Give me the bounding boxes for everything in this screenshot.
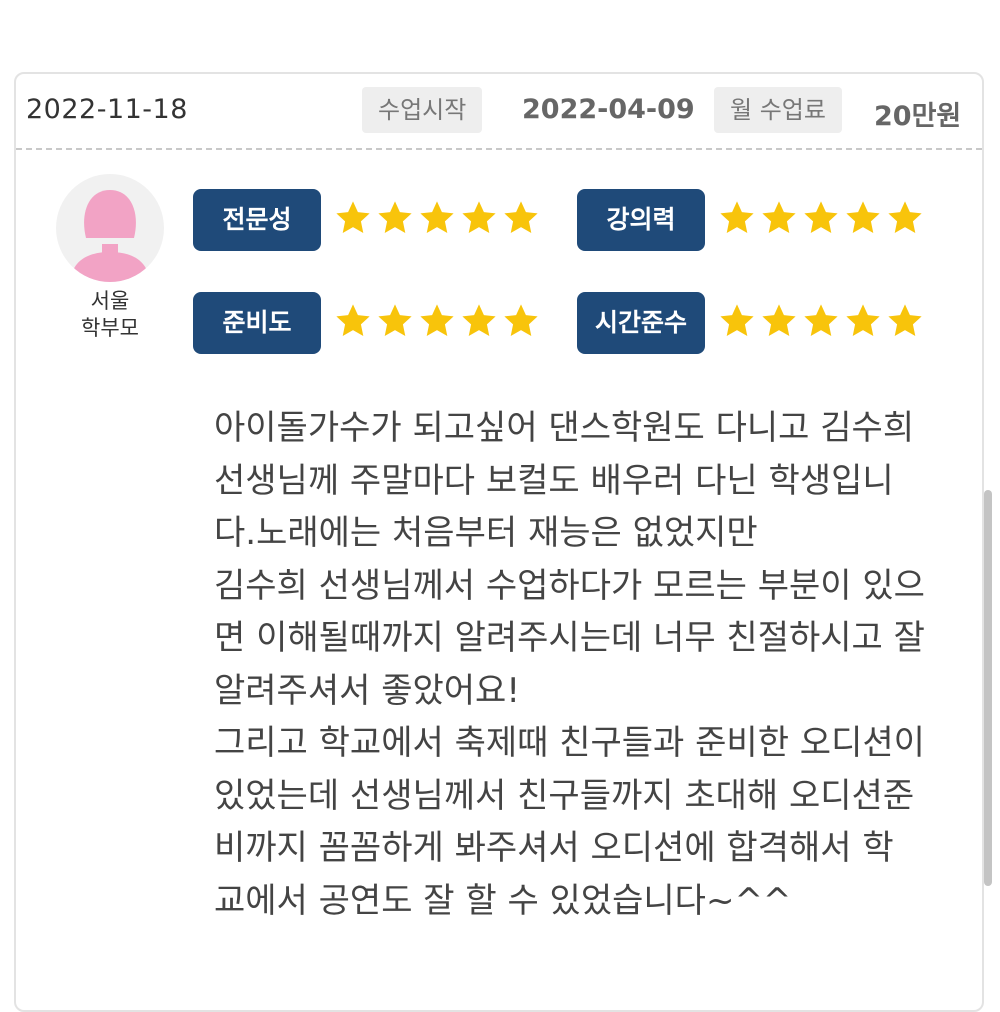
star-icon: [336, 304, 370, 337]
star-icon: [804, 304, 838, 337]
review-text: 아이돌가수가 되고싶어 댄스학원도 다니고 김수희 선생님께 주말마다 보컬도 …: [214, 408, 925, 921]
fee-label: 월 수업료: [714, 87, 842, 133]
star-icon: [720, 304, 754, 337]
rating-stars-expertise: [334, 199, 540, 243]
rating-stars-preparation: [334, 302, 540, 346]
author-role: 학부모: [81, 316, 139, 340]
star-icon: [762, 201, 796, 234]
author-region: 서울: [90, 289, 130, 313]
review-card: 2022-11-18 수업시작 2022-04-09 월 수업료 20만원 서울…: [14, 72, 984, 1012]
review-date: 2022-11-18: [26, 94, 188, 125]
scrollbar[interactable]: [984, 490, 992, 886]
star-icon: [504, 201, 538, 234]
star-icon: [336, 201, 370, 234]
rating-label-expertise: 전문성: [193, 189, 321, 251]
star-icon: [762, 304, 796, 337]
rating-stars-punctuality: [718, 302, 924, 346]
start-date: 2022-04-09: [522, 94, 695, 125]
star-icon: [462, 201, 496, 234]
star-icon: [720, 201, 754, 234]
review-header: 2022-11-18 수업시작 2022-04-09 월 수업료 20만원: [16, 74, 982, 150]
star-icon: [846, 201, 880, 234]
star-icon: [804, 201, 838, 234]
star-icon: [420, 304, 454, 337]
rating-label-punctuality: 시간준수: [577, 292, 705, 354]
rating-label-teaching: 강의력: [577, 189, 705, 251]
star-icon: [504, 304, 538, 337]
star-icon: [420, 201, 454, 234]
star-icon: [378, 201, 412, 234]
author-info: 서울 학부모: [56, 288, 164, 342]
star-icon: [888, 304, 922, 337]
rating-label-preparation: 준비도: [193, 292, 321, 354]
start-label: 수업시작: [362, 87, 483, 133]
female-user-icon: [56, 174, 164, 282]
star-icon: [378, 304, 412, 337]
star-icon: [846, 304, 880, 337]
star-icon: [888, 201, 922, 234]
rating-stars-teaching: [718, 199, 924, 243]
fee-value: 20만원: [874, 101, 962, 132]
star-icon: [462, 304, 496, 337]
